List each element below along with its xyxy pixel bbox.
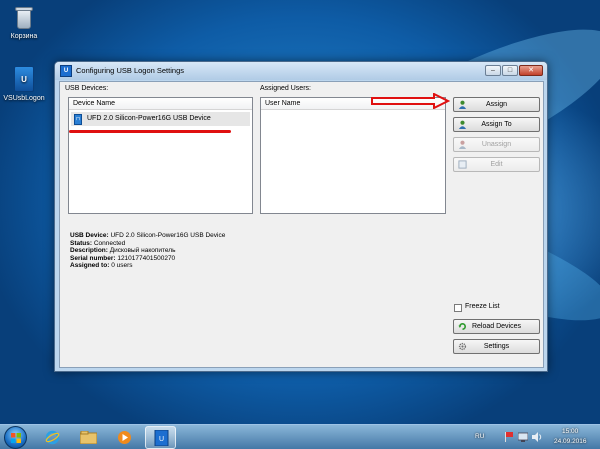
taskbar-internet-explorer[interactable] <box>37 426 68 449</box>
window-titlebar[interactable]: U Configuring USB Logon Settings – □ ✕ <box>55 62 547 80</box>
window-title: Configuring USB Logon Settings <box>76 66 184 75</box>
assign-button[interactable]: Assign <box>453 97 540 112</box>
status-value: Connected <box>93 239 126 247</box>
device-info-panel: USB Device: UFD 2.0 Silicon-Power16G USB… <box>70 232 225 270</box>
user-add-icon <box>458 100 467 109</box>
description-label: Description: <box>70 247 108 254</box>
windows-logo-icon <box>11 433 21 443</box>
usb-devices-label: USB Devices: <box>65 85 109 92</box>
flag-notification-icon[interactable] <box>505 432 514 442</box>
media-player-icon <box>118 431 131 444</box>
clock-date[interactable]: 24.09.2016 <box>554 438 587 445</box>
settings-button[interactable]: Settings <box>453 339 540 354</box>
volume-icon[interactable] <box>532 432 542 442</box>
maximize-button[interactable]: □ <box>502 65 518 76</box>
device-name-column-header[interactable]: Device Name <box>69 98 252 110</box>
desktop-icon-vsusblogon[interactable]: U VSUsbLogon <box>1 66 47 102</box>
user-remove-icon <box>458 140 467 149</box>
svg-text:U: U <box>159 436 164 443</box>
minimize-button[interactable]: – <box>485 65 501 76</box>
desktop-icon-recycle-bin[interactable]: Корзина <box>1 4 47 40</box>
taskbar-explorer[interactable] <box>73 426 104 449</box>
assigned-users-list[interactable]: User Name <box>260 97 446 214</box>
device-name: UFD 2.0 Silicon-Power16G USB Device <box>87 115 211 122</box>
settings-button-label: Settings <box>483 343 510 350</box>
unassign-button[interactable]: Unassign <box>453 137 540 152</box>
desktop-icon-label: Корзина <box>10 33 38 40</box>
usb-device-value: UFD 2.0 Silicon-Power16G USB Device <box>110 232 226 239</box>
network-icon[interactable] <box>518 432 528 442</box>
recycle-bin-icon <box>11 4 37 30</box>
reload-icon <box>458 323 466 331</box>
internet-explorer-icon <box>45 430 60 445</box>
desktop-icon-label: VSUsbLogon <box>3 95 45 102</box>
unassign-button-label: Unassign <box>481 141 512 148</box>
device-list-item[interactable]: ⊓ UFD 2.0 Silicon-Power16G USB Device <box>71 112 250 126</box>
gear-icon <box>458 342 467 351</box>
usb-logon-app-icon: U <box>11 66 37 92</box>
usb-drive-icon: ⊓ <box>74 114 82 125</box>
start-button[interactable] <box>4 426 27 449</box>
clock-time[interactable]: 15:00 <box>562 428 578 435</box>
assign-to-button-label: Assign To <box>481 121 512 128</box>
red-arrow-annotation <box>371 93 450 109</box>
usb-logon-settings-window: U Configuring USB Logon Settings – □ ✕ U… <box>54 61 548 372</box>
assigned-users-label: Assigned Users: <box>260 85 311 92</box>
usb-logon-app-icon: U <box>154 430 169 446</box>
assign-button-label: Assign <box>485 101 507 108</box>
window-client-area: USB Devices: Device Name ⊓ UFD 2.0 Silic… <box>59 81 544 368</box>
edit-icon <box>458 160 467 169</box>
status-label: Status: <box>70 239 93 247</box>
taskbar-usb-logon-app[interactable]: U <box>145 426 176 449</box>
description-value: Дисковый накопитель <box>109 247 176 254</box>
assign-to-button[interactable]: Assign To <box>453 117 540 132</box>
taskbar-media-player[interactable] <box>109 426 140 449</box>
edit-button-label: Edit <box>490 161 503 168</box>
freeze-list-label[interactable]: Freeze List <box>465 303 500 310</box>
freeze-list-checkbox[interactable] <box>454 304 462 312</box>
taskbar: U RU 15:00 24.09.2016 <box>0 424 600 449</box>
edit-button[interactable]: Edit <box>453 157 540 172</box>
user-assign-icon <box>458 120 467 129</box>
assigned-to-label: Assigned to: <box>70 262 110 269</box>
red-underline-annotation <box>69 130 231 133</box>
close-button[interactable]: ✕ <box>519 65 543 76</box>
serial-number-value: 1210177401500270 <box>117 254 176 262</box>
assigned-to-value: 0 users <box>111 262 133 269</box>
usb-devices-list[interactable]: Device Name ⊓ UFD 2.0 Silicon-Power16G U… <box>68 97 253 214</box>
serial-number-label: Serial number: <box>70 254 116 262</box>
reload-devices-button[interactable]: Reload Devices <box>453 319 540 334</box>
reload-devices-button-label: Reload Devices <box>471 323 522 330</box>
language-indicator[interactable]: RU <box>475 433 484 440</box>
folder-icon <box>80 431 97 444</box>
usb-device-label: USB Device: <box>70 232 109 239</box>
app-icon: U <box>60 65 72 77</box>
